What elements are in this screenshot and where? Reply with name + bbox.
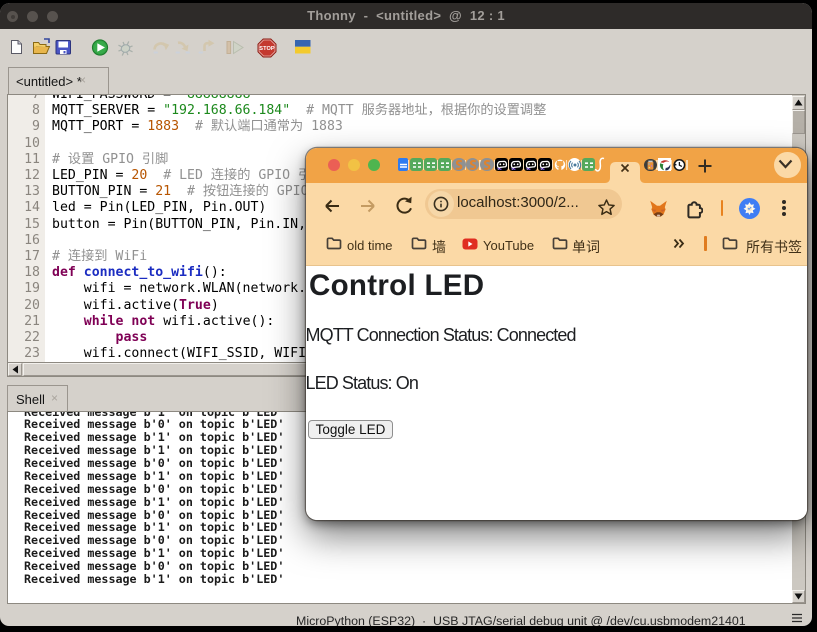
svg-text:STOP: STOP [259, 46, 275, 52]
